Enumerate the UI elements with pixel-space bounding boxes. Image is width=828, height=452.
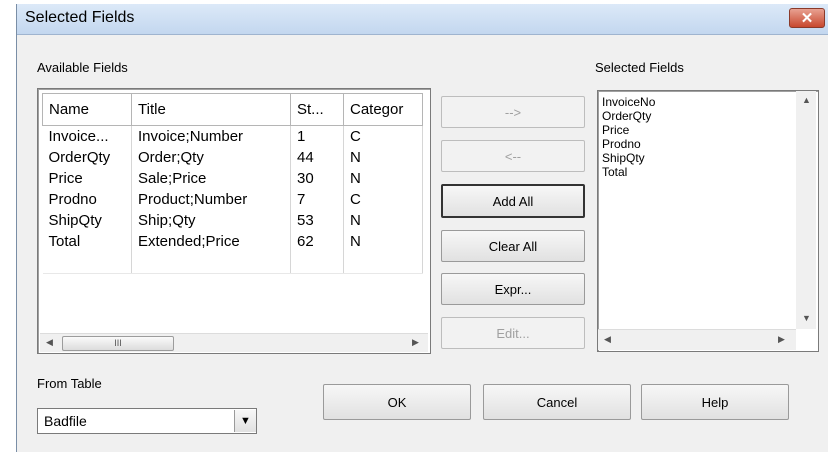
cell-title: Ship;Qty	[131, 210, 291, 231]
available-fields-table: Name Title St... Categor Invoice... Invo…	[42, 93, 423, 274]
selected-fields-dialog: Selected Fields ✕ Available Fields Name …	[16, 4, 828, 452]
help-button[interactable]: Help	[641, 384, 789, 420]
scroll-up-icon[interactable]: ▲	[802, 95, 811, 105]
cell-st: 1	[290, 125, 344, 147]
list-item[interactable]: ShipQty	[602, 151, 655, 165]
scroll-down-icon[interactable]: ▼	[802, 313, 811, 323]
from-table-select[interactable]: Badfile ▼	[37, 408, 257, 434]
list-item[interactable]: Price	[602, 123, 655, 137]
selected-fields-items: InvoiceNo OrderQty Price Prodno ShipQty …	[602, 95, 655, 179]
chevron-down-icon[interactable]: ▼	[234, 410, 256, 432]
cell-name: Prodno	[42, 189, 132, 210]
cell-category: C	[343, 189, 423, 210]
horizontal-scrollbar[interactable]: ◀ III ▶	[40, 333, 428, 352]
cell-category: N	[343, 168, 423, 189]
available-fields-label: Available Fields	[37, 60, 128, 75]
window-title: Selected Fields	[25, 9, 135, 26]
column-header-st[interactable]: St...	[290, 93, 344, 126]
available-fields-list[interactable]: Name Title St... Categor Invoice... Invo…	[37, 88, 431, 354]
cell-name: ShipQty	[42, 210, 132, 231]
cell-title: Product;Number	[131, 189, 291, 210]
scroll-right-icon[interactable]: ▶	[412, 337, 419, 348]
cell-name: Total	[42, 231, 132, 252]
close-button[interactable]: ✕	[789, 8, 825, 28]
cancel-button[interactable]: Cancel	[483, 384, 631, 420]
column-header-name[interactable]: Name	[42, 93, 132, 126]
cell-category: N	[343, 231, 423, 252]
cell-st: 7	[290, 189, 344, 210]
table-row-empty	[42, 252, 423, 274]
scroll-thumb[interactable]: III	[62, 336, 174, 351]
cell-title: Extended;Price	[131, 231, 291, 252]
table-row[interactable]: Prodno Product;Number 7 C	[42, 189, 423, 210]
column-header-category[interactable]: Categor	[343, 93, 423, 126]
cell-st: 30	[290, 168, 344, 189]
cell-name: Price	[42, 168, 132, 189]
add-all-button[interactable]: Add All	[441, 184, 585, 218]
table-row[interactable]: ShipQty Ship;Qty 53 N	[42, 210, 423, 231]
cell-category: N	[343, 210, 423, 231]
remove-field-button[interactable]: <--	[441, 140, 585, 172]
clear-all-button[interactable]: Clear All	[441, 230, 585, 262]
cell-name: Invoice...	[42, 125, 132, 147]
expr-button[interactable]: Expr...	[441, 273, 585, 305]
scroll-right-icon[interactable]: ▶	[778, 334, 785, 345]
edit-button[interactable]: Edit...	[441, 317, 585, 349]
cell-name: OrderQty	[42, 147, 132, 168]
cell-title: Order;Qty	[131, 147, 291, 168]
selected-fields-label: Selected Fields	[595, 60, 684, 75]
horizontal-scrollbar[interactable]: ◀ ▶	[598, 329, 796, 350]
cell-st: 62	[290, 231, 344, 252]
cell-title: Sale;Price	[131, 168, 291, 189]
ok-button[interactable]: OK	[323, 384, 471, 420]
from-table-value: Badfile	[44, 413, 87, 429]
selected-fields-list[interactable]: InvoiceNo OrderQty Price Prodno ShipQty …	[597, 90, 819, 352]
cell-st: 44	[290, 147, 344, 168]
title-bar[interactable]: Selected Fields ✕	[17, 4, 828, 35]
from-table-label: From Table	[37, 376, 102, 391]
scroll-left-icon[interactable]: ◀	[46, 337, 53, 348]
add-field-button[interactable]: -->	[441, 96, 585, 128]
cell-category: N	[343, 147, 423, 168]
column-header-title[interactable]: Title	[131, 93, 291, 126]
table-row[interactable]: Total Extended;Price 62 N	[42, 231, 423, 252]
list-item[interactable]: InvoiceNo	[602, 95, 655, 109]
list-item[interactable]: Total	[602, 165, 655, 179]
list-item[interactable]: Prodno	[602, 137, 655, 151]
list-item[interactable]: OrderQty	[602, 109, 655, 123]
scroll-left-icon[interactable]: ◀	[604, 334, 611, 345]
vertical-scrollbar[interactable]: ▲ ▼	[796, 91, 816, 329]
table-row[interactable]: Invoice... Invoice;Number 1 C	[42, 125, 423, 147]
table-row[interactable]: Price Sale;Price 30 N	[42, 168, 423, 189]
table-row[interactable]: OrderQty Order;Qty 44 N	[42, 147, 423, 168]
cell-st: 53	[290, 210, 344, 231]
cell-title: Invoice;Number	[131, 125, 291, 147]
cell-category: C	[343, 125, 423, 147]
